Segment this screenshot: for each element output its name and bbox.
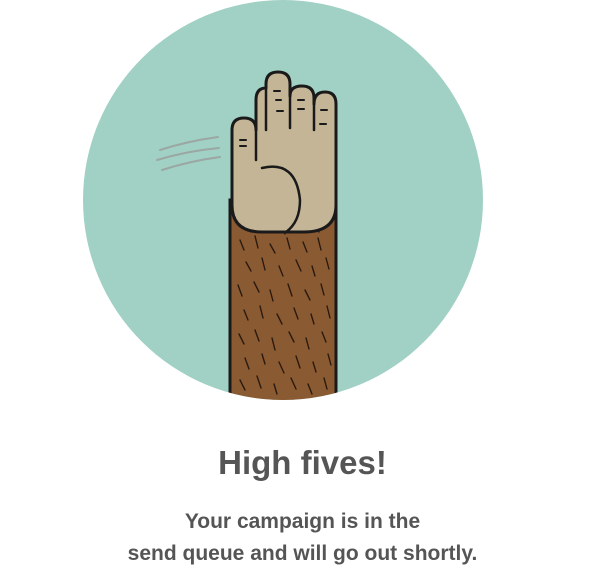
success-message: Your campaign is in the send queue and w…: [0, 506, 605, 570]
high-five-hand-icon: [83, 0, 483, 400]
success-message-line-2: send queue and will go out shortly.: [127, 542, 478, 565]
success-message-line-1: Your campaign is in the: [184, 510, 421, 533]
high-five-illustration: [0, 0, 605, 420]
success-headline: High fives!: [218, 444, 387, 481]
